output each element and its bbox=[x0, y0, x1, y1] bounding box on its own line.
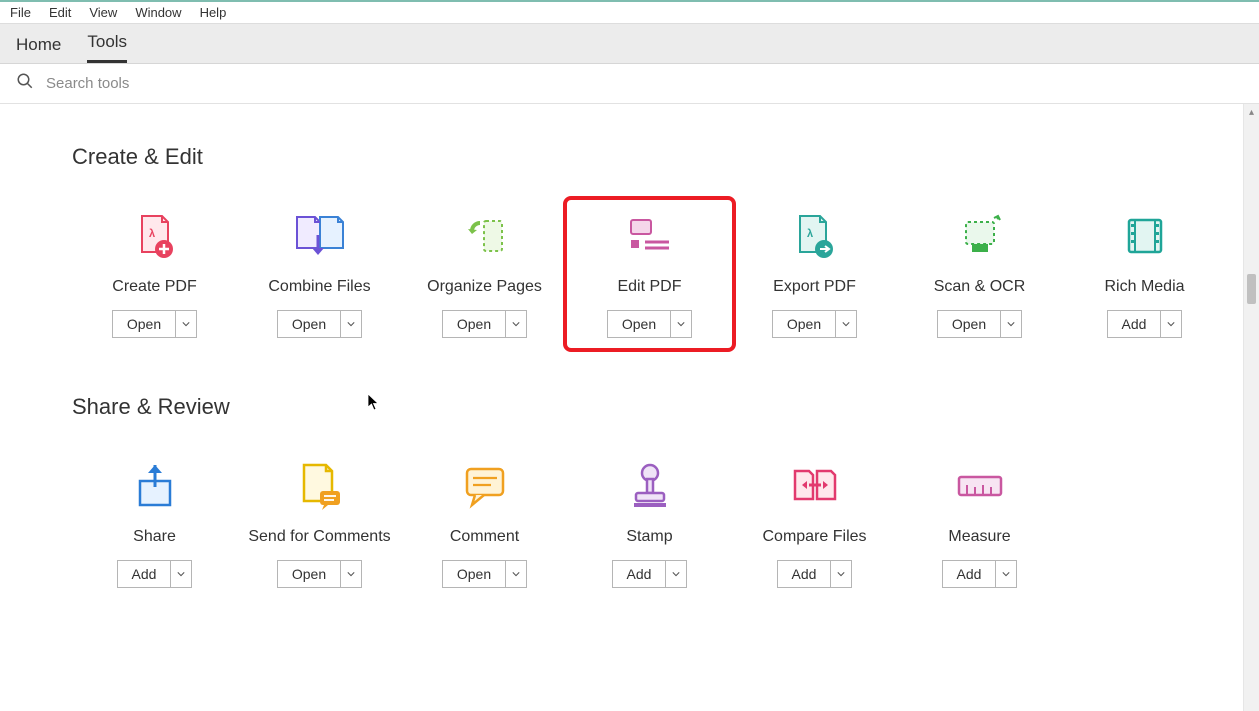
tool-export-pdf[interactable]: λ Export PDF Open bbox=[732, 206, 897, 338]
tool-label: Create PDF bbox=[112, 278, 196, 296]
menu-window[interactable]: Window bbox=[135, 5, 181, 20]
dropdown-button[interactable] bbox=[665, 560, 687, 588]
rich-media-icon bbox=[1115, 206, 1175, 266]
menu-help[interactable]: Help bbox=[200, 5, 227, 20]
combine-files-icon bbox=[290, 206, 350, 266]
organize-pages-icon bbox=[455, 206, 515, 266]
dropdown-button[interactable] bbox=[1160, 310, 1182, 338]
menu-view[interactable]: View bbox=[89, 5, 117, 20]
tool-label: Rich Media bbox=[1104, 278, 1184, 296]
tools-content: Create & Edit λ Create PDF Open bbox=[0, 104, 1259, 711]
dropdown-button[interactable] bbox=[505, 310, 527, 338]
open-button[interactable]: Open bbox=[112, 310, 175, 338]
dropdown-button[interactable] bbox=[170, 560, 192, 588]
tab-home[interactable]: Home bbox=[16, 27, 61, 63]
tool-edit-pdf[interactable]: Edit PDF Open bbox=[567, 200, 732, 348]
tool-label: Comment bbox=[450, 528, 519, 546]
tool-label: Measure bbox=[948, 528, 1010, 546]
open-button[interactable]: Open bbox=[937, 310, 1000, 338]
scan-ocr-icon bbox=[950, 206, 1010, 266]
tool-stamp[interactable]: Stamp Add bbox=[567, 456, 732, 588]
add-button[interactable]: Add bbox=[942, 560, 996, 588]
tab-tools[interactable]: Tools bbox=[87, 24, 127, 63]
create-pdf-icon: λ bbox=[125, 206, 185, 266]
tool-combine-files[interactable]: Combine Files Open bbox=[237, 206, 402, 338]
menu-file[interactable]: File bbox=[10, 5, 31, 20]
dropdown-button[interactable] bbox=[830, 560, 852, 588]
add-button[interactable]: Add bbox=[612, 560, 666, 588]
dropdown-button[interactable] bbox=[670, 310, 692, 338]
edit-pdf-icon bbox=[620, 206, 680, 266]
tool-scan-ocr[interactable]: Scan & OCR Open bbox=[897, 206, 1062, 338]
compare-files-icon bbox=[785, 456, 845, 516]
dropdown-button[interactable] bbox=[1000, 310, 1022, 338]
open-button[interactable]: Open bbox=[607, 310, 670, 338]
search-bar bbox=[0, 64, 1259, 104]
vertical-scrollbar[interactable]: ▴ bbox=[1243, 104, 1259, 711]
add-button[interactable]: Add bbox=[777, 560, 831, 588]
dropdown-button[interactable] bbox=[340, 560, 362, 588]
comment-icon bbox=[455, 456, 515, 516]
dropdown-button[interactable] bbox=[175, 310, 197, 338]
tool-label: Compare Files bbox=[762, 528, 866, 546]
svg-text:λ: λ bbox=[807, 228, 813, 240]
open-button[interactable]: Open bbox=[277, 310, 340, 338]
svg-text:λ: λ bbox=[149, 228, 155, 240]
section-title-create-edit: Create & Edit bbox=[72, 144, 1259, 170]
tool-compare-files[interactable]: Compare Files Add bbox=[732, 456, 897, 588]
dropdown-button[interactable] bbox=[505, 560, 527, 588]
tool-row-share-review: Share Add Send for Comments Open bbox=[72, 456, 1259, 588]
add-button[interactable]: Add bbox=[117, 560, 171, 588]
tool-label: Stamp bbox=[626, 528, 672, 546]
dropdown-button[interactable] bbox=[340, 310, 362, 338]
tool-label: Share bbox=[133, 528, 176, 546]
tool-organize-pages[interactable]: Organize Pages Open bbox=[402, 206, 567, 338]
add-button[interactable]: Add bbox=[1107, 310, 1161, 338]
menu-edit[interactable]: Edit bbox=[49, 5, 71, 20]
tool-comment[interactable]: Comment Open bbox=[402, 456, 567, 588]
tab-bar: Home Tools bbox=[0, 24, 1259, 64]
dropdown-button[interactable] bbox=[835, 310, 857, 338]
menu-bar: File Edit View Window Help bbox=[0, 0, 1259, 24]
stamp-icon bbox=[620, 456, 680, 516]
dropdown-button[interactable] bbox=[995, 560, 1017, 588]
tool-label: Scan & OCR bbox=[934, 278, 1026, 296]
search-icon bbox=[16, 72, 34, 95]
open-button[interactable]: Open bbox=[772, 310, 835, 338]
scroll-up-arrow[interactable]: ▴ bbox=[1244, 104, 1259, 120]
section-title-share-review: Share & Review bbox=[72, 394, 1259, 420]
search-input[interactable] bbox=[46, 75, 1243, 92]
tool-share[interactable]: Share Add bbox=[72, 456, 237, 588]
tool-label: Organize Pages bbox=[427, 278, 542, 296]
tool-label: Send for Comments bbox=[248, 528, 390, 546]
measure-icon bbox=[950, 456, 1010, 516]
open-button[interactable]: Open bbox=[277, 560, 340, 588]
export-pdf-icon: λ bbox=[785, 206, 845, 266]
share-icon bbox=[125, 456, 185, 516]
send-for-comments-icon bbox=[290, 456, 350, 516]
tool-create-pdf[interactable]: λ Create PDF Open bbox=[72, 206, 237, 338]
tool-label: Edit PDF bbox=[617, 278, 681, 296]
tool-label: Combine Files bbox=[268, 278, 370, 296]
tool-measure[interactable]: Measure Add bbox=[897, 456, 1062, 588]
open-button[interactable]: Open bbox=[442, 310, 505, 338]
tool-rich-media[interactable]: Rich Media Add bbox=[1062, 206, 1227, 338]
tool-label: Export PDF bbox=[773, 278, 856, 296]
open-button[interactable]: Open bbox=[442, 560, 505, 588]
tool-row-create-edit: λ Create PDF Open bbox=[72, 206, 1259, 338]
tool-send-for-comments[interactable]: Send for Comments Open bbox=[237, 456, 402, 588]
scroll-thumb[interactable] bbox=[1247, 274, 1256, 304]
